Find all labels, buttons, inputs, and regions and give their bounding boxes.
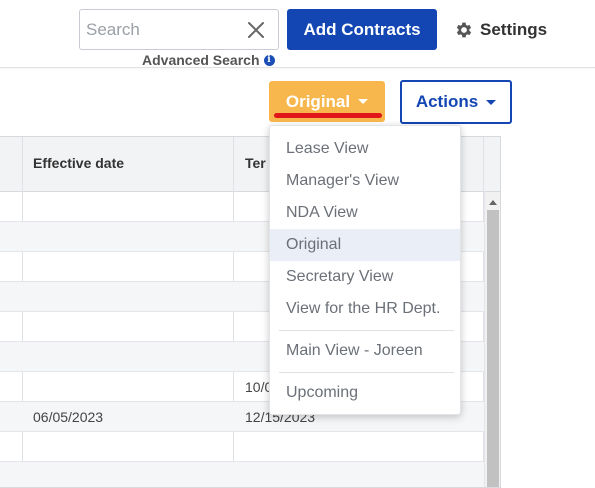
- gear-icon: [456, 22, 472, 38]
- menu-divider: [279, 330, 454, 331]
- add-contracts-button[interactable]: Add Contracts: [287, 9, 437, 50]
- menu-item-nda-view[interactable]: NDA View: [270, 197, 460, 229]
- view-selector-label[interactable]: Original: [286, 92, 350, 112]
- info-icon[interactable]: i: [263, 54, 275, 66]
- menu-item-lease-view[interactable]: Lease View: [270, 133, 460, 165]
- top-bar: Advanced Search i Add Contracts Settings: [0, 0, 595, 68]
- actions-label[interactable]: Actions: [416, 92, 478, 112]
- menu-item-managers-view[interactable]: Manager's View: [270, 165, 460, 197]
- actions-button[interactable]: Actions: [400, 80, 512, 124]
- scrollbar-thumb[interactable]: [487, 210, 499, 487]
- table-row[interactable]: [0, 432, 484, 462]
- menu-item-upcoming[interactable]: Upcoming: [270, 377, 460, 409]
- column-header-effective-date[interactable]: Effective date: [33, 155, 124, 171]
- search-box: [79, 9, 279, 50]
- advanced-search-label[interactable]: Advanced Search: [142, 52, 260, 68]
- caret-down-icon: [358, 99, 369, 104]
- menu-item-original[interactable]: Original: [270, 229, 460, 261]
- settings-label[interactable]: Settings: [480, 20, 547, 40]
- settings-button[interactable]: Settings: [454, 18, 547, 42]
- caret-down-icon: [486, 99, 497, 105]
- menu-item-secretary-view[interactable]: Secretary View: [270, 261, 460, 293]
- close-icon[interactable]: [246, 20, 266, 40]
- highlight-underline: [274, 113, 382, 118]
- menu-divider: [279, 372, 454, 373]
- advanced-search-link[interactable]: Advanced Search i: [142, 52, 275, 68]
- column-header-term[interactable]: Ter: [245, 155, 266, 171]
- vertical-scrollbar[interactable]: [484, 192, 500, 487]
- table-cell: 06/05/2023: [33, 409, 104, 425]
- menu-item-main-view-joreen[interactable]: Main View - Joreen: [270, 335, 460, 367]
- menu-item-hr-dept-view[interactable]: View for the HR Dept.: [270, 293, 460, 325]
- table-row[interactable]: [0, 462, 484, 487]
- scroll-up-arrow-icon[interactable]: [489, 200, 497, 205]
- search-input[interactable]: [86, 18, 236, 42]
- views-dropdown-menu: Lease View Manager's View NDA View Origi…: [269, 125, 461, 415]
